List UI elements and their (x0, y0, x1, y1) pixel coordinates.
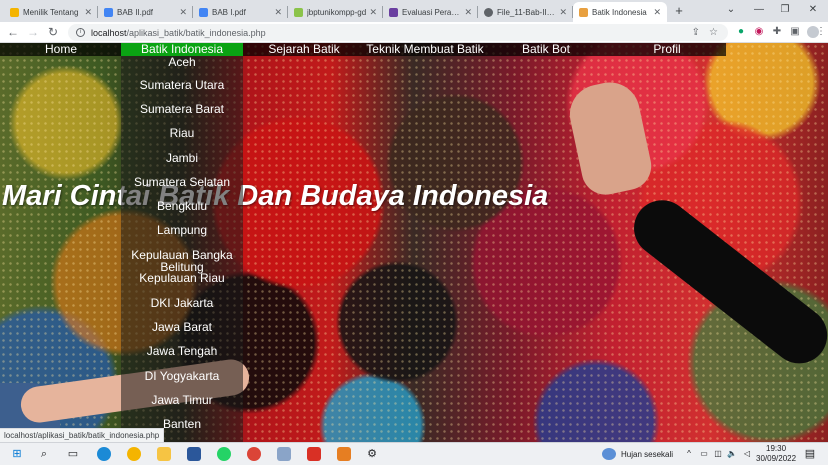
dropdown-item-lampung[interactable]: Lampung (121, 224, 243, 236)
close-icon[interactable]: ✕ (84, 7, 92, 18)
restore-icon[interactable]: ❐ (772, 2, 798, 18)
nav-sejarah-batik[interactable]: Sejarah Batik (264, 43, 344, 56)
dropdown-item-di-yogyakarta[interactable]: DI Yogyakarta (121, 370, 243, 382)
side-panel-icon[interactable]: ▣ (788, 25, 802, 39)
tab-search-icon[interactable]: ⌄ (718, 2, 744, 18)
close-window-icon[interactable]: ✕ (800, 2, 826, 18)
status-link-preview: localhost/aplikasi_batik/batik_indonesia… (0, 428, 165, 442)
close-icon[interactable]: ✕ (464, 7, 472, 18)
chrome-canary-icon[interactable] (127, 447, 141, 461)
search-icon[interactable]: ⌕ (37, 447, 51, 461)
whatsapp-icon[interactable] (217, 447, 231, 461)
new-tab-button[interactable]: + (670, 3, 688, 19)
globe-icon (484, 7, 493, 17)
nav-batik-bot[interactable]: Batik Bot (517, 43, 575, 56)
task-view-icon[interactable]: ▭ (66, 447, 80, 461)
dropdown-item-aceh[interactable]: Aceh (121, 56, 243, 68)
dropdown-item-jawa-barat[interactable]: Jawa Barat (121, 321, 243, 333)
dropdown-item-kepulauan-riau[interactable]: Kepulauan Riau (121, 272, 243, 284)
xampp-icon[interactable] (337, 447, 351, 461)
minimize-icon[interactable]: — (746, 2, 772, 18)
tab-bab-ii[interactable]: BAB II.pdf ✕ (98, 2, 193, 22)
site-favicon-icon (389, 7, 398, 17)
dropdown-item-riau[interactable]: Riau (121, 127, 243, 139)
site-favicon-icon (10, 7, 19, 17)
close-icon[interactable]: ✕ (559, 7, 567, 18)
app-icon[interactable] (277, 447, 291, 461)
address-bar[interactable]: i localhost/aplikasi_batik/batik_indones… (68, 24, 728, 41)
weather-text[interactable]: Hujan sesekali (621, 450, 673, 459)
site-favicon-icon (294, 7, 303, 17)
dropdown-item-sumatera-barat[interactable]: Sumatera Barat (121, 103, 243, 115)
extensions-puzzle-icon[interactable]: ✚ (770, 25, 784, 39)
info-icon[interactable]: i (76, 28, 85, 37)
dropdown-item-jawa-timur[interactable]: Jawa Timur (121, 394, 243, 406)
tab-batik-indonesia[interactable]: Batik Indonesia ✕ (573, 2, 667, 22)
clock-time[interactable]: 19:30 (766, 444, 786, 453)
extension-icon[interactable]: ◉ (752, 25, 766, 39)
url-text: localhost/aplikasi_batik/batik_indonesia… (91, 27, 266, 38)
more-menu-icon[interactable]: ⋮ (816, 25, 826, 39)
site-navbar: Home Batik Indonesia Sejarah Batik Tekni… (0, 43, 726, 56)
windows-taskbar: ⊞ ⌕ ▭ ⚙ Hujan sesekali ^ ▭ ◫ 🔈 ◁ 19:30 3… (0, 442, 828, 465)
reload-icon[interactable]: ↻ (44, 24, 62, 41)
site-favicon-icon (579, 7, 588, 17)
chrome-icon[interactable] (247, 447, 261, 461)
close-icon[interactable]: ✕ (653, 7, 661, 18)
dropdown-item-jambi[interactable]: Jambi (121, 152, 243, 164)
back-icon[interactable]: ← (4, 24, 22, 41)
tab-evaluasi[interactable]: Evaluasi Perancan ✕ (383, 2, 478, 22)
close-icon[interactable]: ✕ (274, 7, 282, 18)
tab-bab-i[interactable]: BAB I.pdf ✕ (193, 2, 288, 22)
extension-grammarly-icon[interactable]: ● (734, 25, 748, 39)
tab-menilik[interactable]: Menilik Tentang ✕ (4, 2, 98, 22)
speaker-icon[interactable]: ◁ (740, 447, 754, 461)
settings-gear-icon[interactable]: ⚙ (365, 447, 379, 461)
network-icon[interactable]: ◫ (711, 447, 725, 461)
clock-date[interactable]: 30/09/2022 (756, 454, 796, 463)
tab-file-11[interactable]: File_11-Bab-III-P ✕ (478, 2, 573, 22)
dropdown-item-sumatera-selatan[interactable]: Sumatera Selatan (121, 176, 243, 188)
dropdown-item-jawa-tengah[interactable]: Jawa Tengah (121, 345, 243, 357)
close-icon[interactable]: ✕ (369, 7, 377, 18)
nav-teknik-membuat-batik[interactable]: Teknik Membuat Batik (364, 43, 486, 56)
chevron-up-icon[interactable]: ^ (682, 447, 696, 461)
browser-toolbar: ← → ↻ i localhost/aplikasi_batik/batik_i… (0, 22, 828, 43)
dropdown-item-bengkulu[interactable]: Bengkulu (121, 200, 243, 212)
close-icon[interactable]: ✕ (179, 7, 187, 18)
nav-home[interactable]: Home (40, 43, 82, 56)
nav-profil[interactable]: Profil (648, 43, 686, 56)
weather-rain-icon (602, 448, 616, 460)
tab-jbptunikompp[interactable]: jbptunikompp-gd ✕ (288, 2, 383, 22)
document-icon (199, 7, 208, 17)
battery-icon[interactable]: ▭ (697, 447, 711, 461)
volume-icon[interactable]: 🔈 (725, 447, 739, 461)
tab-strip: Menilik Tentang ✕ BAB II.pdf ✕ BAB I.pdf… (0, 0, 828, 22)
province-dropdown-menu: Aceh Sumatera Utara Sumatera Barat Riau … (121, 56, 243, 442)
forward-icon[interactable]: → (24, 24, 42, 41)
dropdown-item-dki-jakarta[interactable]: DKI Jakarta (121, 297, 243, 309)
notification-icon[interactable]: ▤ (803, 447, 817, 461)
word-icon[interactable] (187, 447, 201, 461)
start-windows-icon[interactable]: ⊞ (10, 447, 24, 461)
hero-heading: Mari Cintai Batik Dan Budaya Indonesia (2, 180, 549, 212)
page-viewport: Home Batik Indonesia Sejarah Batik Tekni… (0, 43, 828, 442)
file-explorer-icon[interactable] (157, 447, 171, 461)
document-icon (104, 7, 113, 17)
bookmark-star-icon[interactable]: ☆ (709, 24, 718, 41)
edge-browser-icon[interactable] (97, 447, 111, 461)
share-icon[interactable]: ⇪ (692, 24, 700, 41)
dropdown-item-sumatera-utara[interactable]: Sumatera Utara (121, 79, 243, 91)
acrobat-icon[interactable] (307, 447, 321, 461)
